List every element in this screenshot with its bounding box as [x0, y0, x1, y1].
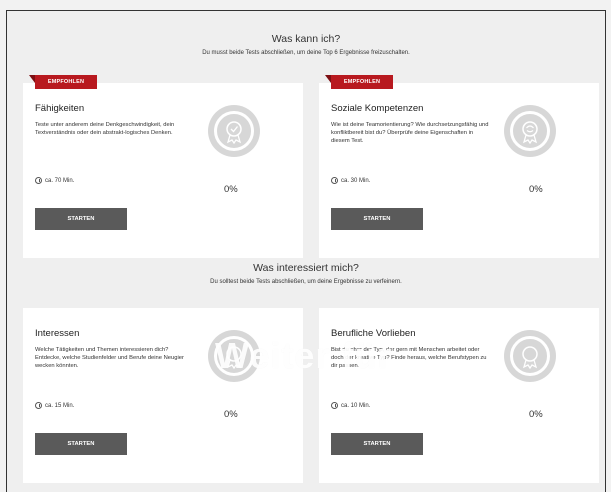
recommended-ribbon: EMPFOHLEN: [29, 75, 97, 89]
card-duration: ca. 30 Min.: [331, 177, 370, 184]
progress-percent: 0%: [529, 409, 543, 420]
start-button[interactable]: STARTEN: [331, 433, 423, 455]
section-header-interests: Was interessiert mich? Du solltest beide…: [7, 262, 605, 285]
card-duration: ca. 15 Min.: [35, 402, 74, 409]
card-duration: ca. 70 Min.: [35, 177, 74, 184]
duration-text: ca. 30 Min.: [341, 177, 371, 184]
progress-percent: 0%: [224, 184, 238, 195]
card-description: Teste unter anderem deine Denkgeschwindi…: [35, 122, 175, 137]
card-description: Wie ist deine Teamorientierung? Wie durc…: [331, 122, 489, 145]
section-header-abilities: Was kann ich? Du musst beide Tests absch…: [7, 33, 605, 56]
page-frame: Was kann ich? Du musst beide Tests absch…: [6, 10, 606, 492]
clock-icon: [331, 402, 338, 409]
clock-icon: [35, 177, 42, 184]
recommended-ribbon: EMPFOHLEN: [325, 75, 393, 89]
card-title: Interessen: [35, 328, 80, 339]
award-badge-icon: [504, 330, 556, 382]
section-subtitle: Du musst beide Tests abschließen, um dei…: [202, 50, 410, 56]
duration-text: ca. 70 Min.: [45, 177, 75, 184]
card-title: Soziale Kompetenzen: [331, 103, 424, 114]
award-badge-icon: [208, 105, 260, 157]
progress-percent: 0%: [529, 184, 543, 195]
test-card-soziale-kompetenzen: EMPFOHLEN Soziale Kompetenzen Wie ist de…: [319, 75, 599, 258]
clock-icon: [35, 402, 42, 409]
test-card-faehigkeiten: EMPFOHLEN Fähigkeiten Teste unter andere…: [23, 75, 303, 258]
section-title: Was kann ich?: [271, 33, 341, 45]
progress-percent: 0%: [224, 409, 238, 420]
duration-text: ca. 10 Min.: [341, 402, 371, 409]
award-badge-icon: [504, 105, 556, 157]
overlay-caption: Weiter für: [215, 335, 393, 376]
section-title: Was interessiert mich?: [253, 262, 359, 274]
duration-text: ca. 15 Min.: [45, 402, 75, 409]
start-button[interactable]: STARTEN: [331, 208, 423, 230]
card-duration: ca. 10 Min.: [331, 402, 370, 409]
section-subtitle: Du solltest beide Tests abschließen, um …: [210, 279, 402, 285]
start-button[interactable]: STARTEN: [35, 433, 127, 455]
card-description: Welche Tätigkeiten und Themen interessie…: [35, 347, 184, 370]
clock-icon: [331, 177, 338, 184]
start-button[interactable]: STARTEN: [35, 208, 127, 230]
card-title: Fähigkeiten: [35, 103, 85, 114]
